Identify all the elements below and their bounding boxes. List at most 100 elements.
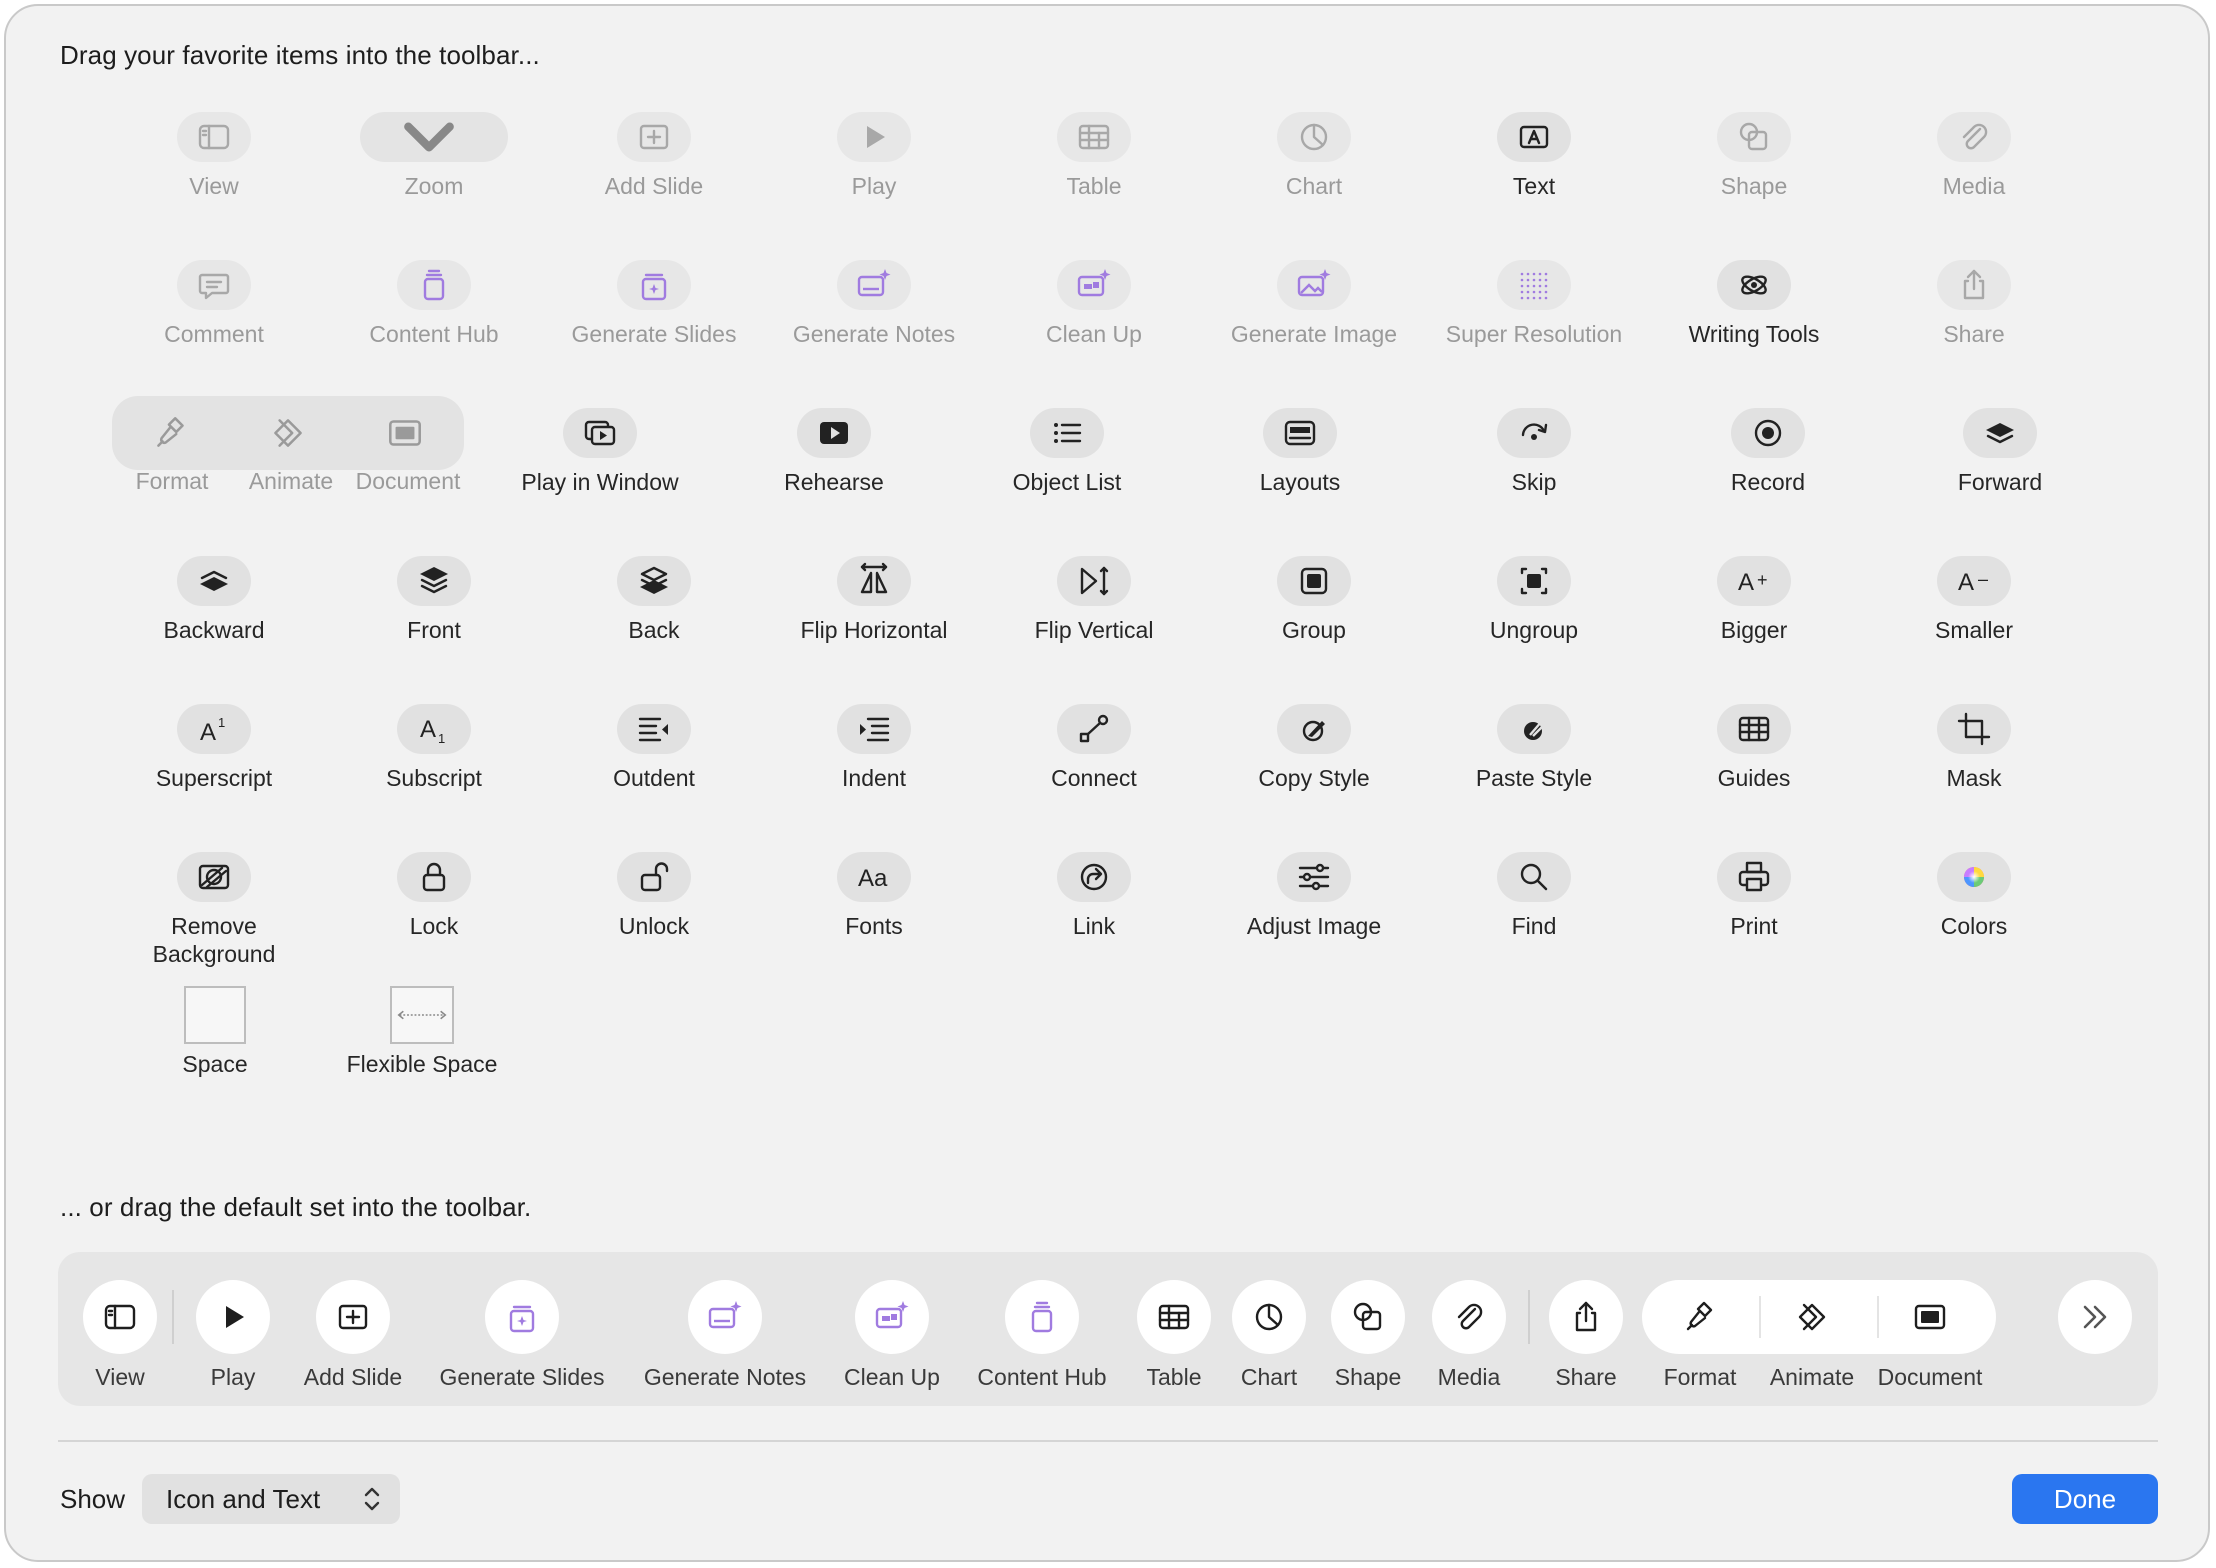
item-label: Layouts [1259,469,1341,495]
palette-item-share[interactable]: Share [1864,260,2084,390]
palette-item-superscript[interactable]: A 1 Superscript [104,704,324,834]
superscript-icon: A1 [200,715,225,746]
palette-item-adjust-image[interactable]: Adjust Image [1204,852,1424,982]
palette-item-play[interactable]: Play [764,112,984,242]
content-hub-icon [423,269,445,301]
palette-item-content-hub[interactable]: Content Hub [324,260,544,390]
show-mode-popup[interactable]: Icon and Text [142,1474,400,1524]
lock-icon-pill [397,852,471,902]
content-hub-icon-pill [397,260,471,310]
link-icon [1080,863,1108,891]
palette-item-paste-style[interactable]: Paste Style [1424,704,1644,834]
animate-icon[interactable] [229,396,346,470]
palette-item-writing-tools[interactable]: Writing Tools [1644,260,1864,390]
adjust-image-icon [1298,863,1330,891]
share-icon [1963,269,1985,300]
palette-item-shape[interactable]: Shape [1644,112,1864,242]
palette-item-backward[interactable]: Backward [104,556,324,686]
palette-item-play-in-window[interactable]: Play in Window [490,408,710,538]
zoom-popup[interactable] [360,112,508,162]
bigger-icon: A + [1738,569,1768,596]
palette-item-smaller[interactable]: A – Smaller [1864,556,2084,686]
palette-item-find[interactable]: Find [1424,852,1644,982]
palette-item-generate-notes[interactable]: Generate Notes [764,260,984,390]
copy-style-icon-pill [1277,704,1351,754]
palette-item-colors[interactable]: Colors [1864,852,2084,982]
palette-item-zoom[interactable]: Zoom [324,112,544,242]
document-icon[interactable] [346,396,463,470]
palette-item-print[interactable]: Print [1644,852,1864,982]
palette-item-front[interactable]: Front [324,556,544,686]
flip-vertical-icon-pill [1057,556,1131,606]
generate-slides-icon [509,1305,535,1333]
palette-item-skip[interactable]: Skip [1424,408,1644,538]
palette-item-forward[interactable]: Forward [1890,408,2110,538]
item-label: Flexible Space [346,1051,498,1077]
palette-item-subscript[interactable]: A 1 Subscript [324,704,544,834]
palette-item-object-list[interactable]: Object List [957,408,1177,538]
mask-icon [1957,712,1991,746]
palette-item-ungroup[interactable]: Ungroup [1424,556,1644,686]
palette-item-table[interactable]: Table [984,112,1204,242]
palette-item-guides[interactable]: Guides [1644,704,1864,834]
palette-item-view[interactable]: View [104,112,324,242]
item-label: Shape [1720,173,1788,199]
palette-item-indent[interactable]: Indent [764,704,984,834]
default-item-generate-slides[interactable]: Generate Slides [422,1280,622,1391]
palette-item-remove-background[interactable]: Remove Background [104,852,324,982]
palette-item-flexible-space[interactable]: Flexible Space [312,986,532,1116]
ungroup-icon [1520,567,1548,595]
palette-item-clean-up[interactable]: Clean Up [984,260,1204,390]
animate-icon [1798,1303,1826,1331]
palette-item-flip-vertical[interactable]: Flip Vertical [984,556,1204,686]
palette-item-link[interactable]: Link [984,852,1204,982]
palette-item-flip-horizontal[interactable]: Flip Horizontal [764,556,984,686]
palette-item-add-slide[interactable]: Add Slide [544,112,764,242]
palette-item-chart[interactable]: Chart [1204,112,1424,242]
backward-icon [200,570,228,591]
clean-up-icon [1077,269,1111,297]
colors-icon-pill [1937,852,2011,902]
done-button[interactable]: Done [2012,1474,2158,1524]
palette-item-group[interactable]: Group [1204,556,1424,686]
palette-item-unlock[interactable]: Unlock [544,852,764,982]
item-label: Flip Horizontal [800,617,948,643]
palette-item-media[interactable]: Media [1864,112,2084,242]
palette-item-generate-slides[interactable]: Generate Slides [544,260,764,390]
palette-item-fonts[interactable]: Aa Fonts [764,852,984,982]
palette-item-mask[interactable]: Mask [1864,704,2084,834]
generate-slides-icon-pill [617,260,691,310]
palette-item-generate-image[interactable]: Generate Image [1204,260,1424,390]
palette-item-copy-style[interactable]: Copy Style [1204,704,1424,834]
palette-item-lock[interactable]: Lock [324,852,544,982]
layouts-icon-pill [1263,408,1337,458]
indent-icon [860,717,890,742]
item-label: Group [1282,617,1346,643]
item-label: Colors [1940,913,2008,939]
palette-item-layouts[interactable]: Layouts [1190,408,1410,538]
format-brush-icon[interactable] [112,396,229,470]
palette-item-space[interactable]: Space [105,986,325,1116]
palette-item-back[interactable]: Back [544,556,764,686]
layouts-icon [1284,420,1316,446]
unlock-icon [640,862,669,892]
format-animate-document-group[interactable] [112,396,464,470]
default-item-document[interactable]: Document [1830,1280,2030,1391]
palette-item-outdent[interactable]: Outdent [544,704,764,834]
palette-item-connect[interactable]: Connect [984,704,1204,834]
palette-item-record[interactable]: Record [1658,408,1878,538]
palette-item-super-resolution[interactable]: Super Resolution [1424,260,1644,390]
front-icon-pill [397,556,471,606]
chevron-double-right-icon[interactable] [2058,1280,2132,1354]
text-box-icon-pill [1497,112,1571,162]
back-icon-pill [617,556,691,606]
show-label: Show [60,1484,126,1514]
palette-item-comment[interactable]: Comment [104,260,324,390]
palette-item-text[interactable]: Text [1424,112,1644,242]
find-icon [1520,863,1548,891]
flexible-space-box [390,986,454,1044]
item-label: Clean Up [844,1364,940,1390]
outdent-icon-pill [617,704,691,754]
palette-item-rehearse[interactable]: Rehearse [724,408,944,538]
palette-item-bigger[interactable]: A + Bigger [1644,556,1864,686]
